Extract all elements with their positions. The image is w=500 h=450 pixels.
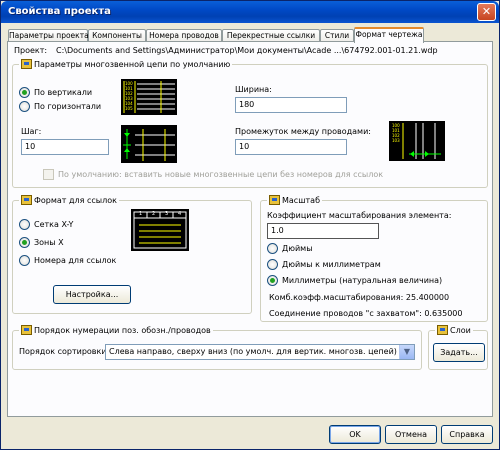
layers-group-title: Слои bbox=[435, 325, 473, 335]
group-folder-icon bbox=[269, 195, 280, 205]
vertical-bus-preview: 100 101 102 103 104 105 bbox=[121, 79, 177, 115]
wire-connect-text: Соединение проводов "с захватом": 0.6350… bbox=[269, 309, 463, 318]
radio-inches[interactable]: Дюймы bbox=[267, 243, 313, 254]
bus-number-105: 105 bbox=[125, 106, 133, 111]
numbering-order-title: Порядок нумерации поз. обозн./проводов bbox=[19, 325, 213, 335]
project-path: C:\Documents and Settings\Администратор\… bbox=[56, 46, 438, 55]
step-graphic bbox=[123, 129, 175, 161]
spacing-input[interactable]: 10 bbox=[235, 139, 347, 155]
step-preview bbox=[121, 125, 177, 163]
group-folder-icon bbox=[437, 325, 448, 335]
radio-mm-full-scale-label: Миллиметры (натуральная величина) bbox=[282, 276, 443, 285]
numbering-order-group: Порядок нумерации поз. обозн./проводов П… bbox=[12, 325, 422, 370]
multiwire-title-text: Параметры многозвенной цепи по умолчанию bbox=[34, 59, 231, 69]
radio-inches-to-mm-label: Дюймы к миллиметрам bbox=[282, 260, 381, 269]
scale-group-title: Масштаб bbox=[267, 195, 323, 205]
radio-vertical-indicator[interactable] bbox=[19, 87, 30, 98]
sort-order-select[interactable]: Слева направо, сверху вниз (по умолч. дл… bbox=[105, 344, 415, 360]
radio-grid-xy-indicator[interactable] bbox=[19, 219, 30, 230]
radio-zones-x[interactable]: Зоны X bbox=[19, 237, 64, 248]
group-folder-icon bbox=[21, 325, 32, 335]
scale-group: Масштаб Коэффициент масштабирования элем… bbox=[260, 195, 488, 322]
default-no-refs-checkbox-label: По умолчанию: вставить новые многозвенны… bbox=[58, 170, 384, 179]
radio-grid-xy-label: Сетка X-Y bbox=[34, 220, 74, 229]
default-no-refs-checkbox[interactable]: По умолчанию: вставить новые многозвенны… bbox=[43, 169, 383, 180]
help-button[interactable]: Справка bbox=[441, 425, 493, 444]
cancel-button[interactable]: Отмена bbox=[385, 425, 437, 444]
project-properties-dialog: Свойства проекта ✕ Параметры проекта Ком… bbox=[0, 0, 500, 450]
scale-factor-input[interactable]: 1.0 bbox=[267, 223, 379, 239]
group-folder-icon bbox=[21, 195, 32, 205]
zone-number-2: 2 bbox=[152, 211, 156, 217]
setup-button[interactable]: Настройка... bbox=[53, 285, 131, 304]
radio-inches-indicator[interactable] bbox=[267, 243, 278, 254]
width-input[interactable]: 180 bbox=[235, 97, 347, 113]
sort-order-value: Слева направо, сверху вниз (по умолч. дл… bbox=[109, 347, 397, 356]
project-label: Проект: bbox=[14, 46, 48, 55]
radio-vertical[interactable]: По вертикали bbox=[19, 87, 92, 98]
default-no-refs-checkbox-box[interactable] bbox=[43, 169, 54, 180]
tab-drawing-format[interactable]: Формат чертежа bbox=[354, 27, 424, 43]
spacing-label: Промежуток между проводами: bbox=[235, 127, 371, 136]
scale-title-text: Масштаб bbox=[282, 195, 321, 205]
zone-number-4: 4 bbox=[178, 211, 182, 217]
spacing-bus-number-103: 103 bbox=[392, 138, 400, 143]
reference-format-title-text: Формат для ссылок bbox=[34, 195, 117, 205]
radio-zones-x-indicator[interactable] bbox=[19, 237, 30, 248]
multiwire-defaults-group: Параметры многозвенной цепи по умолчанию… bbox=[12, 59, 488, 188]
spacing-preview: 100 101 102 103 bbox=[389, 121, 445, 161]
radio-horizontal-label: По горизонтали bbox=[34, 102, 102, 111]
ok-button[interactable]: OK bbox=[329, 425, 381, 444]
radio-inches-to-mm-indicator[interactable] bbox=[267, 259, 278, 270]
radio-mm-full-scale[interactable]: Миллиметры (натуральная величина) bbox=[267, 275, 442, 286]
radio-zones-x-label: Зоны X bbox=[34, 238, 64, 247]
set-layers-button[interactable]: Задать... bbox=[433, 343, 485, 362]
radio-inches-label: Дюймы bbox=[282, 244, 313, 253]
multiwire-group-title: Параметры многозвенной цепи по умолчанию bbox=[19, 59, 233, 69]
combined-scale-text: Комб.коэфф.масштабирования: 25.400000 bbox=[269, 293, 450, 302]
radio-inches-to-mm[interactable]: Дюймы к миллиметрам bbox=[267, 259, 381, 270]
step-label: Шаг: bbox=[21, 127, 42, 136]
step-input[interactable]: 10 bbox=[21, 139, 109, 155]
radio-mm-full-scale-indicator[interactable] bbox=[267, 275, 278, 286]
reference-format-group: Формат для ссылок Сетка X-Y Зоны X Номер… bbox=[12, 195, 252, 314]
radio-vertical-label: По вертикали bbox=[34, 88, 93, 97]
radio-reference-numbers-label: Номера для ссылок bbox=[34, 256, 117, 265]
width-label: Ширина: bbox=[235, 85, 272, 94]
layers-group: Слои Задать... bbox=[428, 325, 488, 370]
drawing-format-panel: Проект: C:\Documents and Settings\Админи… bbox=[7, 41, 493, 417]
chevron-down-icon[interactable]: ▼ bbox=[399, 345, 414, 359]
title-bar[interactable]: Свойства проекта ✕ bbox=[1, 1, 499, 23]
radio-horizontal-indicator[interactable] bbox=[19, 101, 30, 112]
sort-order-label: Порядок сортировки: bbox=[19, 347, 110, 356]
group-folder-icon bbox=[21, 59, 32, 69]
scale-factor-label: Коэффициент масштабирования элемента: bbox=[267, 211, 452, 220]
close-icon: ✕ bbox=[481, 5, 492, 18]
zone-number-3: 3 bbox=[165, 211, 169, 217]
reference-format-title: Формат для ссылок bbox=[19, 195, 119, 205]
numbering-order-title-text: Порядок нумерации поз. обозн./проводов bbox=[34, 325, 211, 335]
layers-title-text: Слои bbox=[450, 325, 471, 335]
radio-reference-numbers[interactable]: Номера для ссылок bbox=[19, 255, 116, 266]
window-title: Свойства проекта bbox=[8, 6, 111, 17]
radio-horizontal[interactable]: По горизонтали bbox=[19, 101, 101, 112]
close-button[interactable]: ✕ bbox=[477, 3, 496, 21]
radio-grid-xy[interactable]: Сетка X-Y bbox=[19, 219, 73, 230]
radio-reference-numbers-indicator[interactable] bbox=[19, 255, 30, 266]
zone-number-1: 1 bbox=[139, 211, 143, 217]
zones-preview: 1 2 3 4 bbox=[131, 209, 189, 251]
